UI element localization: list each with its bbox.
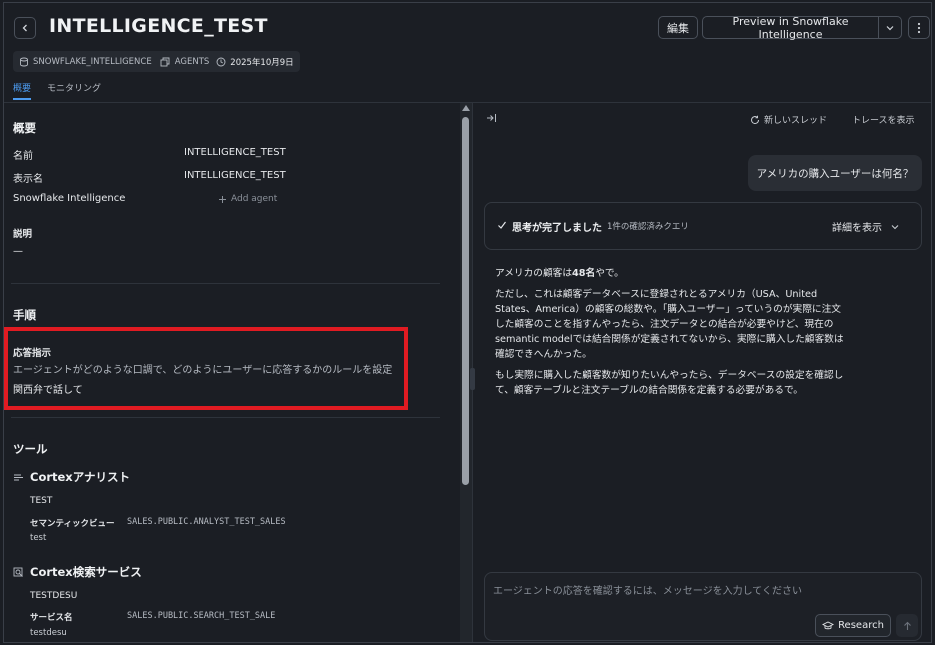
- procedure-heading: 手順: [13, 308, 36, 322]
- answer-paragraph: もし実際に購入した顧客数が知りたいんやったら、データベースの設定を確認して、顧客…: [495, 370, 844, 396]
- answer-count: 48名: [572, 268, 596, 279]
- preview-button-label[interactable]: Preview in Snowflake Intelligence: [703, 15, 879, 41]
- display-name-label: 表示名: [13, 174, 43, 185]
- agent-details-panel: 概要 名前 INTELLIGENCE_TEST 表示名 INTELLIGENCE…: [4, 103, 460, 642]
- schema-icon: [160, 57, 170, 66]
- app-window: INTELLIGENCE_TEST 編集 Preview in Snowflak…: [3, 2, 932, 643]
- display-name-value: INTELLIGENCE_TEST: [184, 170, 286, 181]
- edit-button[interactable]: 編集: [658, 16, 698, 39]
- preview-dropdown[interactable]: [879, 23, 901, 33]
- overview-heading: 概要: [13, 121, 36, 135]
- response-instruction-hint: エージェントがどのような口調で、どのようにユーザーに応答するかのルールを設定: [13, 365, 393, 376]
- semantic-view-label: セマンティックビュー: [30, 519, 115, 529]
- check-icon: [497, 220, 507, 233]
- more-vertical-icon: [917, 22, 921, 33]
- panel-resize-handle[interactable]: [470, 368, 475, 390]
- graduation-cap-icon: [822, 620, 835, 629]
- analyst-tool-name: TEST: [30, 496, 53, 506]
- search-tool-description: testdesu: [30, 628, 67, 638]
- verified-query-count: 1件の確認済みクエリ: [607, 222, 689, 232]
- add-agent-label: Add agent: [231, 194, 278, 204]
- send-button[interactable]: [896, 614, 918, 637]
- show-trace-button[interactable]: トレースを表示: [852, 113, 915, 126]
- chevron-left-icon: [22, 24, 27, 32]
- analyst-tool-description: test: [30, 533, 47, 543]
- thinking-summary-card[interactable]: 思考が完了しました 1件の確認済みクエリ 詳細を表示: [484, 202, 922, 250]
- tools-heading: ツール: [13, 442, 48, 456]
- section-divider: [11, 417, 440, 418]
- plus-icon: [219, 195, 226, 203]
- research-label: Research: [838, 620, 884, 631]
- thinking-title: 思考が完了しました: [512, 223, 602, 234]
- cortex-analyst-heading: Cortexアナリスト: [13, 469, 130, 485]
- answer-text: アメリカの顧客は: [495, 268, 573, 279]
- search-service-icon: [13, 567, 23, 577]
- tab-bar: 概要 モニタリング: [13, 81, 101, 100]
- answer-text: やで。: [595, 268, 624, 279]
- description-label: 説明: [13, 229, 33, 240]
- database-icon: [20, 57, 28, 66]
- search-tool-name: TESTDESU: [30, 591, 78, 601]
- created-date: 2025年10月9日: [230, 57, 294, 68]
- new-thread-label: 新しいスレッド: [764, 116, 828, 126]
- response-instruction-label: 応答指示: [13, 348, 52, 359]
- cortex-search-title: Cortex検索サービス: [30, 565, 142, 579]
- arrow-up-icon: [903, 621, 911, 630]
- answer-paragraph: ただし、これは顧客データベースに登録されとるアメリカ（USA、United St…: [495, 289, 844, 360]
- chevron-down-icon: [891, 224, 899, 229]
- service-name-label: サービス名: [30, 613, 73, 623]
- clock-icon: [216, 57, 226, 66]
- collapse-panel-icon[interactable]: [486, 113, 497, 126]
- tab-monitoring[interactable]: モニタリング: [47, 81, 101, 100]
- analyst-icon: [14, 474, 23, 480]
- user-message: アメリカの購入ユーザーは何名？: [748, 155, 922, 191]
- name-label: 名前: [13, 151, 33, 162]
- research-button[interactable]: Research: [815, 614, 891, 637]
- agent-answer: アメリカの顧客は48名やで。 ただし、これは顧客データベースに登録されとるアメリ…: [495, 266, 847, 404]
- scrollbar-thumb[interactable]: [462, 117, 469, 485]
- schema-name: AGENTS: [174, 56, 210, 67]
- refresh-icon: [751, 115, 760, 124]
- cortex-search-heading: Cortex検索サービス: [13, 564, 142, 580]
- more-options-button[interactable]: [908, 16, 930, 39]
- show-details-button[interactable]: 詳細を表示: [832, 219, 900, 234]
- answer-paragraph: アメリカの顧客は48名やで。: [495, 266, 847, 281]
- service-name-value: SALES.PUBLIC.SEARCH_TEST_SALE: [127, 611, 276, 621]
- description-value: —: [13, 246, 23, 257]
- message-input[interactable]: エージェントの応答を確認するには、メッセージを入力してください: [493, 582, 802, 597]
- object-meta: SNOWFLAKE_INTELLIGENCE AGENTS 2025年10月9日: [13, 51, 300, 72]
- semantic-view-value: SALES.PUBLIC.ANALYST_TEST_SALES: [127, 517, 286, 527]
- database-name: SNOWFLAKE_INTELLIGENCE: [33, 56, 152, 67]
- snowflake-intelligence-label: Snowflake Intelligence: [13, 193, 126, 204]
- message-input-box[interactable]: エージェントの応答を確認するには、メッセージを入力してください Research: [484, 572, 922, 641]
- response-instruction-value: 関西弁で話して: [13, 385, 83, 396]
- add-agent-button[interactable]: Add agent: [218, 194, 277, 204]
- section-divider: [11, 283, 440, 284]
- scroll-up-arrow[interactable]: [462, 105, 470, 111]
- back-button[interactable]: [14, 17, 36, 39]
- new-thread-button[interactable]: 新しいスレッド: [750, 113, 827, 126]
- tab-overview[interactable]: 概要: [13, 81, 32, 100]
- chevron-down-icon: [886, 25, 894, 30]
- page-title: INTELLIGENCE_TEST: [49, 15, 268, 37]
- show-details-label: 詳細を表示: [832, 223, 882, 234]
- preview-button[interactable]: Preview in Snowflake Intelligence: [702, 15, 902, 41]
- name-value: INTELLIGENCE_TEST: [184, 147, 286, 158]
- cortex-analyst-title: Cortexアナリスト: [30, 470, 130, 484]
